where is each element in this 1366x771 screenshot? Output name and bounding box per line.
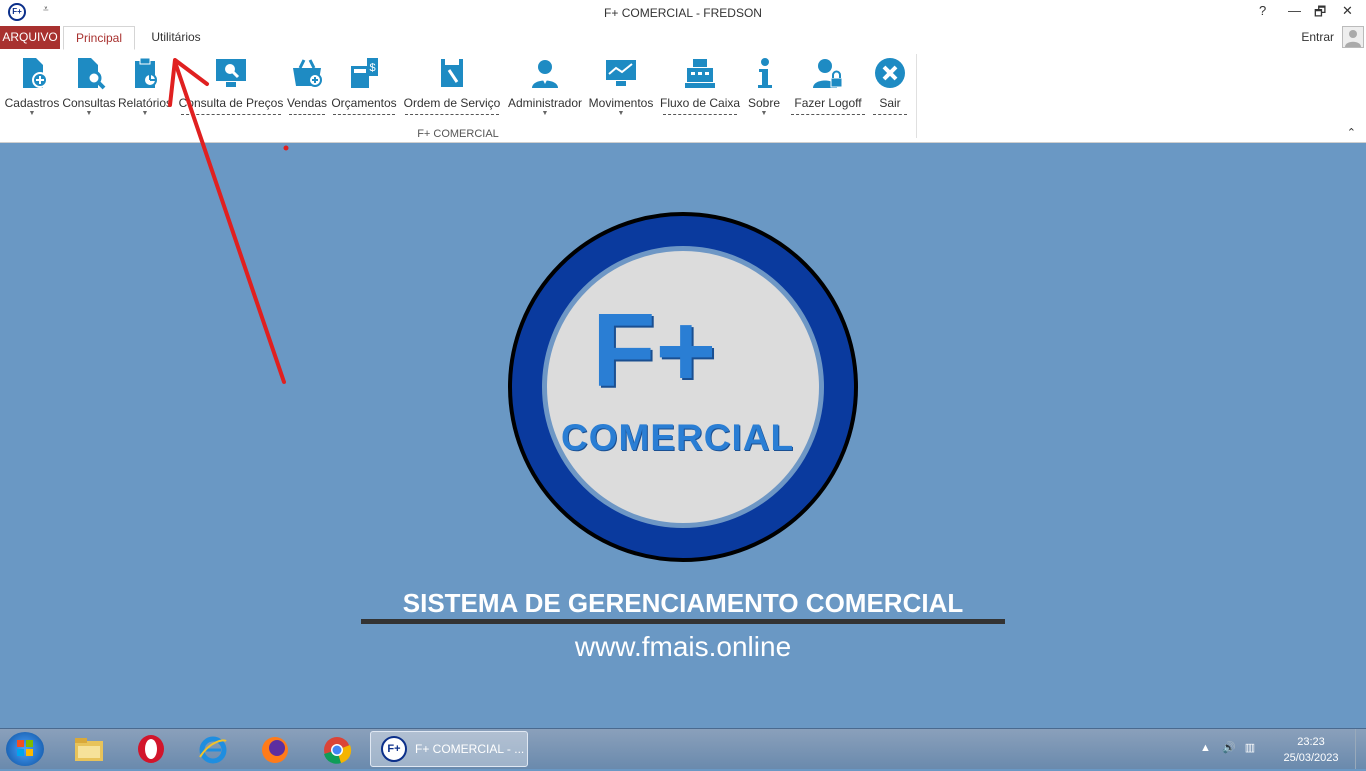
ribbon-button-underline <box>289 114 325 115</box>
chevron-down-icon: ▼ <box>141 110 149 117</box>
taskbar: F+ F+ COMERCIAL - ... ▲ 🔊 ▥ 23:23 25/03/… <box>0 728 1366 769</box>
ribbon-button-orcamentos[interactable]: $ Orçamentos <box>330 52 398 120</box>
chrome-icon[interactable] <box>320 733 354 765</box>
show-desktop-button[interactable] <box>1355 729 1366 769</box>
network-icon[interactable]: ▥ <box>1245 742 1255 754</box>
start-button[interactable] <box>6 732 44 766</box>
clock-time: 23:23 <box>1297 736 1325 748</box>
ribbon-group-separator <box>916 54 917 138</box>
logo-comercial-text: COMERCIAL <box>561 417 795 458</box>
tab-arquivo[interactable]: ARQUIVO <box>0 26 60 49</box>
logo-fplus-text: F+ <box>592 293 717 409</box>
title-underline <box>361 619 1005 624</box>
system-title: SISTEMA DE GERENCIAMENTO COMERCIAL <box>402 588 964 618</box>
tab-principal[interactable]: Principal <box>63 26 135 50</box>
chevron-down-icon: ▼ <box>760 110 768 117</box>
help-button[interactable]: ? <box>1259 3 1266 18</box>
ribbon-button-vendas[interactable]: Vendas <box>286 52 328 120</box>
admin-user-icon <box>532 60 558 88</box>
close-circle-icon <box>875 58 905 88</box>
ribbon-button-underline <box>873 114 907 115</box>
info-icon <box>758 58 772 88</box>
ribbon-button-label: Sair <box>879 96 901 110</box>
file-search-icon <box>78 58 106 90</box>
ribbon-button-underline <box>663 114 737 115</box>
collapse-ribbon-button[interactable]: ⌃ <box>1347 126 1356 139</box>
website-url: www.fmais.online <box>574 631 792 662</box>
tab-utilitarios[interactable]: Utilitários <box>140 26 212 50</box>
ribbon-button-underline <box>181 114 281 115</box>
avatar[interactable] <box>1342 26 1364 48</box>
taskbar-fcomercial-button[interactable]: F+ F+ COMERCIAL - ... <box>370 731 528 767</box>
service-order-icon <box>441 59 463 87</box>
chevron-down-icon: ▼ <box>541 110 549 117</box>
chevron-down-icon: ▼ <box>617 110 625 117</box>
ribbon: Cadastros ▼ Consultas ▼ Relatórios ▼ Consul… <box>0 50 1366 143</box>
chevron-down-icon: ▼ <box>85 110 93 117</box>
ribbon-button-ordem-de-servico[interactable]: Ordem de Serviço <box>402 52 502 120</box>
ribbon-button-sobre[interactable]: Sobre ▼ <box>744 52 784 120</box>
login-link[interactable]: Entrar <box>1301 30 1334 44</box>
monitor-search-icon <box>216 59 246 87</box>
ribbon-button-fluxo-de-caixa[interactable]: Fluxo de Caixa <box>660 52 740 120</box>
ribbon-button-underline <box>405 114 499 115</box>
ribbon-button-consultas[interactable]: Consultas ▼ <box>62 52 116 120</box>
svg-text:$: $ <box>369 62 375 74</box>
windows-logo-icon <box>17 740 33 756</box>
restore-button[interactable]: 🗗 <box>1314 3 1326 25</box>
opera-icon[interactable] <box>134 733 168 765</box>
ribbon-button-label: Relatórios <box>118 96 173 110</box>
ribbon-button-underline <box>333 114 395 115</box>
clock[interactable]: 23:23 25/03/2023 <box>1278 734 1344 766</box>
ribbon-button-label: Cadastros <box>4 96 60 110</box>
ribbon-button-label: Fazer Logoff <box>794 96 862 110</box>
system-tray[interactable]: ▲ 🔊 ▥ <box>1200 741 1255 754</box>
fcomercial-task-icon: F+ <box>381 736 407 762</box>
cash-register-icon <box>685 59 715 88</box>
file-add-icon <box>23 58 48 88</box>
ribbon-button-cadastros[interactable]: Cadastros ▼ <box>4 52 60 120</box>
ribbon-button-label: Vendas <box>286 96 328 110</box>
clock-date: 25/03/2023 <box>1283 752 1339 764</box>
file-explorer-icon[interactable] <box>72 733 106 765</box>
ribbon-button-label: Ordem de Serviço <box>403 96 501 110</box>
ribbon-button-consulta-de-precos[interactable]: Consulta de Preços <box>178 52 284 120</box>
ribbon-button-label: Sobre <box>747 96 781 110</box>
ribbon-button-administrador[interactable]: Administrador ▼ <box>506 52 584 120</box>
fmais-logo: F+ COMERCIAL <box>508 212 858 562</box>
basket-add-icon <box>293 59 322 87</box>
user-lock-icon <box>813 59 843 88</box>
ribbon-button-label: Orçamentos <box>331 96 397 110</box>
chevron-down-icon: ▼ <box>28 110 36 117</box>
calculator-money-icon: $ <box>351 58 378 88</box>
tray-expand-icon[interactable]: ▲ <box>1200 742 1211 754</box>
internet-explorer-icon[interactable] <box>196 733 230 765</box>
logo-inner-circle: F+ COMERCIAL <box>542 246 824 528</box>
window-title: F+ COMERCIAL - FREDSON <box>604 6 762 20</box>
ribbon-group-label: F+ COMERCIAL <box>417 128 499 140</box>
ribbon-tab-row: ARQUIVO Principal Utilitários Entrar <box>0 25 1366 51</box>
title-bar: F+ ⩡ F+ COMERCIAL - FREDSON ? — 🗗 ✕ <box>0 0 1366 25</box>
ribbon-button-underline <box>791 114 865 115</box>
clipboard-chart-icon <box>135 57 157 88</box>
minimize-button[interactable]: — <box>1288 3 1301 18</box>
ribbon-button-label: Movimentos <box>588 96 654 110</box>
taskbar-task-label: F+ COMERCIAL - ... <box>415 742 525 756</box>
ribbon-button-sair[interactable]: Sair <box>870 52 910 120</box>
ribbon-button-fazer-logoff[interactable]: Fazer Logoff <box>788 52 868 120</box>
ribbon-button-relatorios[interactable]: Relatórios ▼ <box>118 52 172 120</box>
ribbon-button-movimentos[interactable]: Movimentos ▼ <box>586 52 656 120</box>
ribbon-button-label: Fluxo de Caixa <box>660 96 741 110</box>
ribbon-button-label: Consultas <box>62 96 116 110</box>
user-silhouette-icon <box>1345 30 1361 47</box>
ribbon-button-label: Administrador <box>507 96 583 110</box>
firefox-icon[interactable] <box>258 733 292 765</box>
close-button[interactable]: ✕ <box>1342 3 1353 19</box>
volume-icon[interactable]: 🔊 <box>1222 742 1236 754</box>
monitor-chart-icon <box>606 60 636 86</box>
ribbon-button-label: Consulta de Preços <box>178 96 284 110</box>
